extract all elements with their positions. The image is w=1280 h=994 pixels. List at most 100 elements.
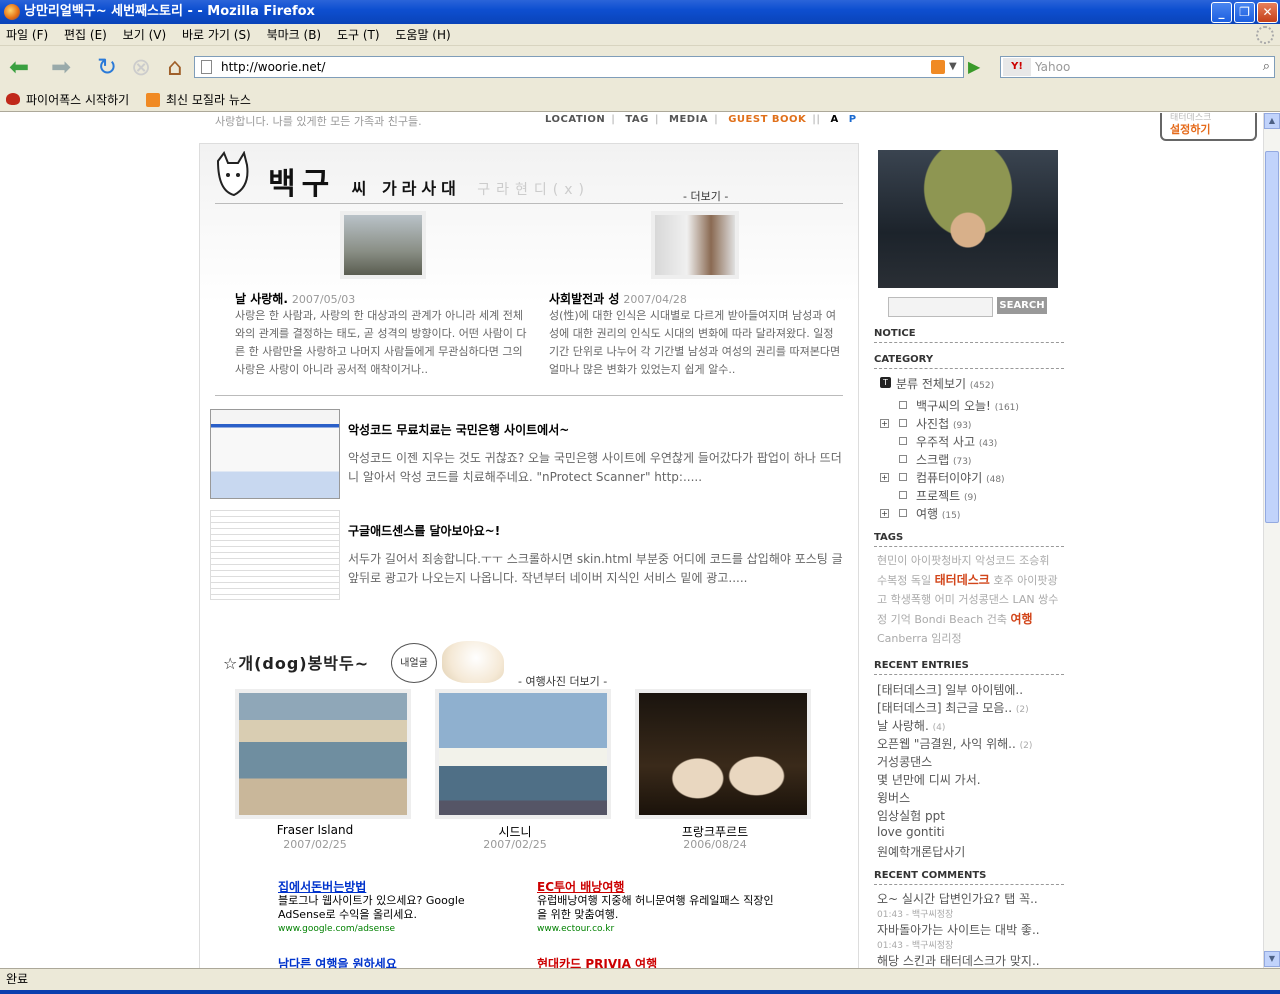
menu-go[interactable]: 바로 가기 (S) — [176, 24, 257, 46]
tag-link[interactable]: LAN — [1012, 593, 1034, 606]
expand-icon[interactable]: + — [880, 509, 889, 518]
close-button[interactable]: ✕ — [1257, 2, 1278, 23]
recent-entry[interactable]: 몇 년만에 디씨 가서. — [877, 771, 981, 788]
featured-title-2[interactable]: 사회발전과 성 2007/04/28 — [549, 290, 687, 307]
menu-file[interactable]: 파일 (F) — [0, 24, 54, 46]
recent-entry[interactable]: 임상실험 ppt — [877, 807, 945, 824]
home-icon[interactable]: ⌂ — [160, 52, 190, 82]
tag-link[interactable]: 건축 — [987, 613, 1007, 626]
nav-location[interactable]: LOCATION — [545, 114, 605, 125]
tag-link[interactable]: 여행 — [1010, 612, 1032, 626]
tag-link[interactable]: 임리정 — [931, 632, 961, 645]
search-icon[interactable]: ⌕ — [1263, 57, 1270, 77]
tag-link[interactable]: Canberra — [877, 632, 928, 645]
category-item[interactable]: 사진첩 (93) — [916, 415, 971, 432]
featured-thumbnail-statue[interactable] — [340, 211, 426, 279]
ad-block[interactable]: 현대카드 PRIVIA 여행 — [537, 957, 657, 968]
scroll-up-icon[interactable]: ▲ — [1264, 113, 1280, 129]
recent-entry[interactable]: 윙버스 — [877, 789, 910, 806]
profile-photo[interactable] — [878, 150, 1058, 288]
bookmark-getting-started[interactable]: 파이어폭스 시작하기 — [26, 92, 129, 108]
recent-entry[interactable]: love gontiti — [877, 825, 945, 839]
tag-link[interactable]: 수복정 — [877, 574, 907, 587]
ad-block[interactable]: 남다른 여행을 원하세요 — [278, 957, 397, 968]
article-thumbnail-adsense[interactable] — [210, 510, 340, 600]
category-item[interactable]: 프로젝트 (9) — [916, 487, 977, 504]
tag-link[interactable]: 학생폭행 — [891, 593, 931, 606]
ad-title-2[interactable]: EC투어 배낭여행 — [537, 880, 777, 894]
menu-edit[interactable]: 편집 (E) — [58, 24, 113, 46]
recent-entry[interactable]: [태터데스크] 일부 아이템에.. — [877, 681, 1023, 698]
tag-link[interactable]: 어미 — [935, 593, 955, 606]
photo-caption-1[interactable]: Fraser Island — [227, 823, 403, 837]
stop-icon[interactable]: ⊗ — [126, 52, 156, 82]
search-box[interactable]: Y! Yahoo ⌕ — [1000, 56, 1275, 78]
blog-search-button[interactable]: SEARCH — [997, 297, 1047, 314]
article-title-2[interactable]: 구글애드센스를 달아보아요~! — [348, 522, 500, 539]
rss-feed-icon[interactable] — [931, 60, 945, 74]
yahoo-engine-icon[interactable]: Y! — [1003, 58, 1031, 76]
featured-title-text-1[interactable]: 날 사랑해. — [235, 292, 288, 306]
ad-url-1[interactable]: www.google.com/adsense — [278, 922, 478, 936]
ad-block[interactable]: 집에서돈버는방법 블로그나 웹사이트가 있으세요? Google AdSense… — [278, 880, 478, 936]
recent-entry[interactable]: 거성콩댄스 — [877, 753, 932, 770]
tag-link[interactable]: 태터데스크 — [935, 573, 990, 587]
recent-comment[interactable]: 해당 스킨과 태터데스크가 맞지.. — [877, 952, 1040, 968]
ad-title-3[interactable]: 남다른 여행을 원하세요 — [278, 957, 397, 968]
ad-url-2[interactable]: www.ectour.co.kr — [537, 922, 777, 936]
back-arrow-icon[interactable]: ⬅ — [4, 52, 34, 82]
menu-bookmarks[interactable]: 북마크 (B) — [261, 24, 328, 46]
bookmark-latest-news[interactable]: 최신 모질라 뉴스 — [166, 92, 251, 108]
category-item[interactable]: 스크랩 (73) — [916, 451, 971, 468]
category-item[interactable]: 백구씨의 오늘! (161) — [916, 397, 1019, 414]
ad-block[interactable]: EC투어 배낭여행 유럽배낭여행 지중해 허니문여행 유레일패스 직장인을 위한… — [537, 880, 777, 936]
minimize-button[interactable]: _ — [1211, 2, 1232, 23]
featured-thumbnail-person[interactable] — [651, 211, 739, 279]
expand-icon[interactable]: + — [880, 419, 889, 428]
menu-tools[interactable]: 도구 (T) — [331, 24, 386, 46]
tag-link[interactable]: 조승휘 — [1019, 554, 1049, 567]
scrollbar-thumb[interactable] — [1265, 151, 1279, 523]
article-thumbnail-scanner[interactable] — [210, 409, 340, 499]
nav-p[interactable]: P — [849, 114, 857, 125]
ad-title-1[interactable]: 집에서돈버는방법 — [278, 880, 478, 894]
nav-media[interactable]: MEDIA — [669, 114, 708, 125]
ad-title-4[interactable]: 현대카드 PRIVIA 여행 — [537, 957, 657, 968]
reload-icon[interactable]: ↻ — [92, 52, 122, 82]
go-arrow-icon[interactable]: ▶ — [968, 57, 990, 77]
featured-title-text-2[interactable]: 사회발전과 성 — [549, 292, 619, 306]
recent-entry[interactable]: [태터데스크] 최근글 모음.. (2) — [877, 699, 1029, 716]
category-item[interactable]: 우주적 사고 (43) — [916, 433, 997, 450]
recent-entry[interactable]: 원예학개론답사기 — [877, 843, 965, 860]
photo-sydney[interactable] — [435, 689, 611, 819]
tag-link[interactable]: Bondi Beach — [914, 613, 983, 626]
featured-title-1[interactable]: 날 사랑해. 2007/05/03 — [235, 290, 355, 307]
more-link[interactable]: - 더보기 - — [683, 188, 728, 204]
category-item[interactable]: 여행 (15) — [916, 505, 960, 522]
tag-link[interactable]: 독일 — [911, 574, 931, 587]
article-title-1[interactable]: 악성코드 무료치료는 국민은행 사이트에서~ — [348, 421, 569, 438]
url-dropdown-icon[interactable]: ▼ — [949, 57, 963, 77]
category-all[interactable]: 분류 전체보기 (452) — [896, 375, 994, 392]
vertical-scrollbar[interactable]: ▲ ▼ — [1263, 113, 1280, 968]
nav-guestbook[interactable]: GUEST BOOK — [728, 114, 806, 125]
recent-entry[interactable]: 오픈웹 "금결원, 사익 위해.. (2) — [877, 735, 1032, 752]
maximize-button[interactable]: ❐ — [1234, 2, 1255, 23]
expand-icon[interactable]: + — [880, 473, 889, 482]
recent-comment[interactable]: 오~ 실시간 답변인가요? 탭 꼭.. — [877, 890, 1038, 907]
url-bar[interactable]: http://woorie.net/ ▼ — [194, 56, 964, 78]
tag-link[interactable]: 악성코드 — [975, 554, 1015, 567]
photo-frankfurt[interactable] — [635, 689, 811, 819]
photo-fraser-island[interactable] — [235, 689, 411, 819]
tatterdesk-setup-button[interactable]: 태터데스크 설정하기 — [1160, 113, 1257, 141]
menu-view[interactable]: 보기 (V) — [117, 24, 172, 46]
tag-link[interactable]: 현민이 — [877, 554, 907, 567]
forward-arrow-icon[interactable]: ➡ — [46, 52, 76, 82]
category-item[interactable]: 컴퓨터이야기 (48) — [916, 469, 1005, 486]
tag-link[interactable]: 아이팟청바지 — [911, 554, 972, 567]
recent-comment[interactable]: 자바돌아가는 사이트는 대박 좋.. — [877, 921, 1040, 938]
tag-link[interactable]: 호주 — [993, 574, 1013, 587]
nav-a[interactable]: A — [831, 114, 839, 125]
travel-photos-more-link[interactable]: - 여행사진 더보기 - — [518, 673, 607, 689]
nav-tag[interactable]: TAG — [625, 114, 649, 125]
